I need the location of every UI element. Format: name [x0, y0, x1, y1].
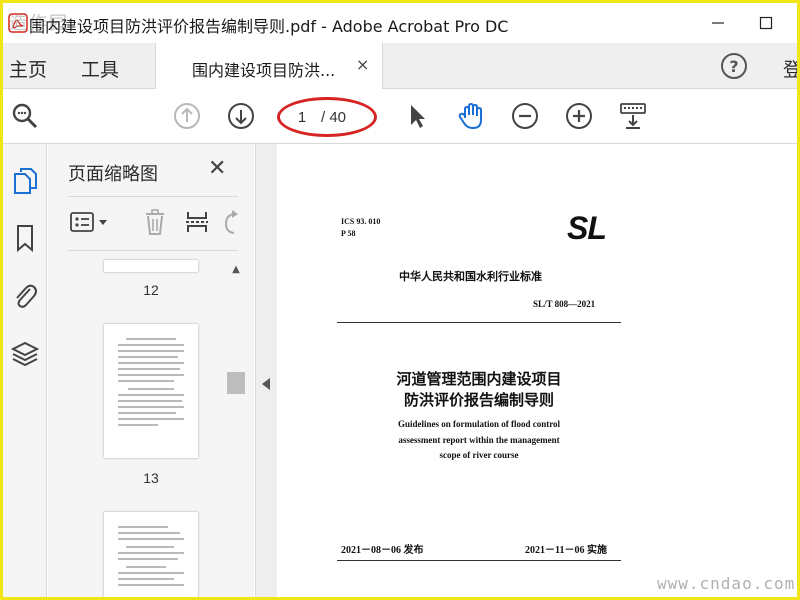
- annotation-ellipse: [277, 97, 377, 137]
- bookmark-icon[interactable]: [9, 222, 41, 254]
- select-cursor-icon[interactable]: [401, 100, 433, 132]
- left-icon-rail: [3, 144, 47, 597]
- panel-divider: [68, 196, 238, 197]
- page-thumbnail[interactable]: [104, 260, 198, 272]
- maximize-icon: [759, 16, 773, 30]
- window-title: 围内建设项目防洪评价报告编制导则.pdf - Adobe Acrobat Pro…: [29, 17, 509, 36]
- zoom-out-icon[interactable]: [509, 100, 541, 132]
- zoom-in-icon[interactable]: [563, 100, 595, 132]
- thumbnail-label: 13: [143, 470, 159, 486]
- close-tab-icon[interactable]: ×: [356, 55, 369, 74]
- menu-tab-row: 主页 工具 围内建设项目防洪... × ? 登: [3, 43, 797, 89]
- document-title-line2: 防洪评价报告编制导则: [403, 391, 554, 409]
- ics-code: ICS 93. 010 P 58: [341, 217, 381, 238]
- minimize-button[interactable]: [703, 11, 733, 35]
- divider-line: [337, 560, 621, 561]
- menu-home[interactable]: 主页: [9, 55, 47, 82]
- scrollbar-thumb[interactable]: [227, 372, 245, 394]
- insert-page-icon[interactable]: [182, 204, 212, 240]
- keyboard-icon[interactable]: [617, 100, 649, 132]
- divider-line: [337, 322, 621, 323]
- previous-page-icon[interactable]: [171, 100, 203, 132]
- acrobat-window: 造作园 围内建设项目防洪评价报告编制导则.pdf - Adobe Acrobat…: [3, 3, 797, 597]
- rotate-page-icon[interactable]: [218, 204, 242, 240]
- document-tab-label: 围内建设项目防洪...: [192, 61, 336, 80]
- title-bar: 造作园 围内建设项目防洪评价报告编制导则.pdf - Adobe Acrobat…: [3, 3, 797, 43]
- hand-tool-icon[interactable]: [455, 100, 487, 132]
- collapse-arrow-icon: [262, 378, 270, 390]
- document-view[interactable]: ICS 93. 010 P 58 SL 中华人民共和国水利行业标准 SL/T 8…: [277, 144, 797, 597]
- menu-tools[interactable]: 工具: [81, 55, 119, 82]
- standard-number: SL/T 808—2021: [533, 299, 596, 309]
- collapse-panel-handle[interactable]: [255, 144, 277, 597]
- issue-date: 2021－08－06 发布: [341, 545, 424, 556]
- page-thumbnail[interactable]: [104, 512, 198, 597]
- attachment-icon[interactable]: [9, 280, 41, 312]
- panel-title: 页面缩略图: [68, 164, 158, 185]
- panel-close-icon[interactable]: ✕: [208, 156, 226, 181]
- sl-logo: SL: [567, 210, 607, 246]
- page-thumbnails-icon[interactable]: [9, 164, 41, 196]
- minimize-icon: [712, 22, 724, 24]
- maximize-button[interactable]: [751, 11, 781, 35]
- thumbnail-label: 12: [143, 282, 159, 298]
- document-tab[interactable]: 围内建设项目防洪... ×: [155, 43, 383, 89]
- english-title-line3: scope of river course: [439, 450, 519, 460]
- panel-divider: [68, 250, 238, 251]
- help-icon[interactable]: ?: [721, 53, 747, 79]
- main-toolbar: / 40: [3, 90, 797, 144]
- implementation-date: 2021－11－06 实施: [525, 545, 607, 556]
- document-title-line1: 河道管理范围内建设项目: [396, 370, 562, 388]
- scroll-up-icon[interactable]: ▲: [226, 260, 246, 278]
- page-thumbnail[interactable]: [104, 324, 198, 458]
- next-page-icon[interactable]: [225, 100, 257, 132]
- thumbnails-panel: 页面缩略图 ✕ 12 13 ▲: [48, 144, 254, 597]
- signin-link[interactable]: 登: [783, 55, 797, 82]
- layers-icon[interactable]: [9, 338, 41, 370]
- thumbnail-options-button[interactable]: [68, 204, 114, 240]
- thumbnail-scrollbar[interactable]: ▲: [226, 260, 246, 597]
- watermark-bottom: www.cndao.com: [657, 574, 796, 593]
- english-title-line1: Guidelines on formulation of flood contr…: [397, 419, 561, 429]
- zoom-search-icon[interactable]: [9, 100, 41, 132]
- standard-category: 中华人民共和国水利行业标准: [399, 270, 542, 283]
- english-title-line2: assessment report within the management: [398, 435, 560, 445]
- delete-page-icon[interactable]: [140, 204, 170, 240]
